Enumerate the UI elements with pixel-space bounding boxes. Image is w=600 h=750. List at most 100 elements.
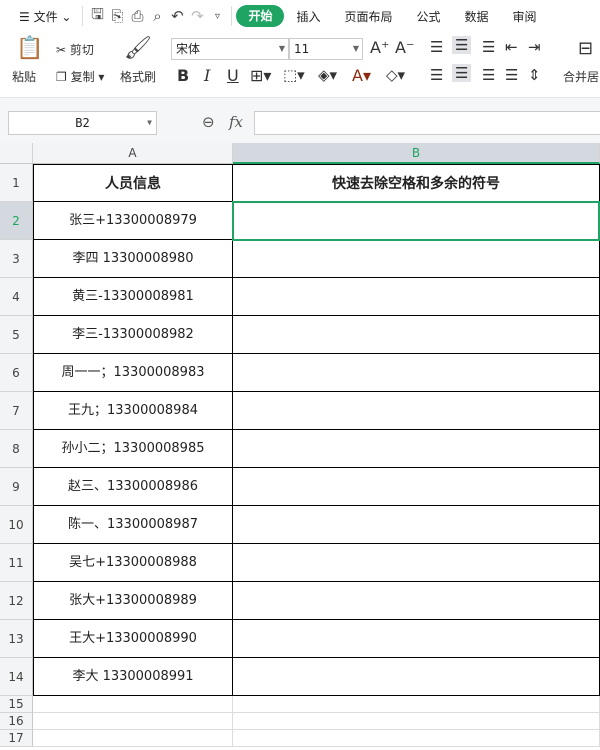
distributed-icon[interactable]: ⇕ — [528, 66, 541, 84]
cell-b[interactable] — [233, 544, 600, 582]
italic-icon[interactable]: I — [204, 66, 210, 85]
justify-icon[interactable]: ☰ — [505, 66, 518, 84]
cell-style-icon[interactable]: ⬚▾ — [283, 66, 305, 84]
bold-icon[interactable]: B — [177, 66, 189, 85]
cell-a[interactable] — [33, 713, 233, 730]
export-icon[interactable]: ⎘ — [107, 7, 127, 25]
formula-input[interactable] — [254, 111, 600, 135]
save-icon[interactable]: 🖫 — [87, 4, 107, 29]
font-color-icon[interactable]: A▾ — [352, 66, 371, 85]
cell-b[interactable] — [233, 316, 600, 354]
header-cell-b[interactable]: 快速去除空格和多余的符号 — [233, 164, 600, 202]
font-family-select[interactable]: 宋体 ▼ — [171, 38, 289, 60]
header-cell-a[interactable]: 人员信息 — [33, 164, 233, 202]
row-header[interactable]: 15 — [0, 696, 33, 713]
row-header[interactable]: 8 — [0, 430, 33, 468]
column-header-b[interactable]: B — [233, 143, 600, 164]
cell-a[interactable]: 黄三-13300008981 — [33, 278, 233, 316]
row-header[interactable]: 5 — [0, 316, 33, 354]
cell-a[interactable]: 王九；13300008984 — [33, 392, 233, 430]
file-menu[interactable]: ☰ 文件 ⌄ — [12, 8, 78, 25]
merge-icon[interactable]: ⊟ — [578, 38, 593, 59]
row-header[interactable]: 7 — [0, 392, 33, 430]
cell-b[interactable] — [233, 713, 600, 730]
cell-b[interactable] — [233, 730, 600, 747]
decrease-indent-icon[interactable]: ⇤ — [505, 38, 518, 56]
increase-indent-icon[interactable]: ⇥ — [528, 38, 541, 56]
fill-color-icon[interactable]: ◈▾ — [318, 66, 337, 84]
cell-a[interactable]: 王大+13300008990 — [33, 620, 233, 658]
font-size-select[interactable]: 11 ▼ — [289, 38, 363, 60]
align-center-icon[interactable]: ☰ — [452, 64, 472, 82]
cell-b[interactable] — [233, 506, 600, 544]
cell-b[interactable] — [233, 354, 600, 392]
cell-a[interactable]: 张大+13300008989 — [33, 582, 233, 620]
merge-center-button[interactable]: 合并居 — [563, 68, 599, 85]
row-header[interactable]: 13 — [0, 620, 33, 658]
cell-a[interactable]: 孙小二；13300008985 — [33, 430, 233, 468]
row-header[interactable]: 12 — [0, 582, 33, 620]
cell-a[interactable] — [33, 696, 233, 713]
align-top-icon[interactable]: ☰ — [430, 38, 443, 56]
format-painter-button[interactable]: 格式刷 — [120, 68, 156, 85]
print-preview-icon[interactable]: ⌕ — [147, 7, 167, 25]
align-right-icon[interactable]: ☰ — [482, 66, 495, 84]
borders-icon[interactable]: ⊞▾ — [250, 66, 271, 85]
cell-b[interactable] — [233, 468, 600, 506]
row-header[interactable]: 14 — [0, 658, 33, 696]
row-header[interactable]: 6 — [0, 354, 33, 392]
brush-icon[interactable]: 🖌 — [124, 36, 152, 61]
clear-format-icon[interactable]: ◇▾ — [386, 66, 405, 84]
paste-icon[interactable]: 📋 — [16, 36, 43, 61]
align-left-icon[interactable]: ☰ — [430, 66, 443, 84]
more-icon[interactable]: ▿ — [207, 11, 227, 22]
column-header-a[interactable]: A — [33, 143, 233, 164]
cell-b[interactable] — [233, 278, 600, 316]
undo-icon[interactable]: ↶ — [167, 7, 187, 25]
zoom-formula-icon[interactable]: ⊖ — [202, 113, 215, 131]
name-box[interactable]: B2 ▼ — [8, 111, 157, 135]
row-header[interactable]: 10 — [0, 506, 33, 544]
tab-formulas[interactable]: 公式 — [405, 8, 453, 25]
cell-a[interactable] — [33, 730, 233, 747]
cell-a[interactable]: 陈一、13300008987 — [33, 506, 233, 544]
align-bottom-icon[interactable]: ☰ — [482, 38, 495, 56]
cell-a[interactable]: 李三-13300008982 — [33, 316, 233, 354]
cell-b[interactable] — [233, 392, 600, 430]
cell-b[interactable] — [233, 658, 600, 696]
underline-icon[interactable]: U — [227, 66, 239, 85]
row-header[interactable]: 4 — [0, 278, 33, 316]
align-middle-icon[interactable]: ☰ — [452, 36, 472, 54]
select-all-corner[interactable] — [0, 143, 33, 164]
tab-page-layout[interactable]: 页面布局 — [333, 8, 405, 25]
cell-b[interactable] — [233, 696, 600, 713]
row-header[interactable]: 16 — [0, 713, 33, 730]
print-icon[interactable]: ⎙ — [127, 7, 147, 25]
cell-b[interactable] — [233, 240, 600, 278]
tab-insert[interactable]: 插入 — [284, 8, 332, 25]
tab-data[interactable]: 数据 — [453, 8, 501, 25]
cell-b[interactable] — [233, 582, 600, 620]
copy-button[interactable]: ❐ 复制 ▾ — [56, 68, 104, 85]
tab-review[interactable]: 审阅 — [501, 8, 549, 25]
cell-b[interactable] — [233, 430, 600, 468]
selected-cell-b2[interactable] — [232, 201, 600, 241]
cell-a[interactable]: 李四 13300008980 — [33, 240, 233, 278]
cell-a[interactable]: 李大 13300008991 — [33, 658, 233, 696]
row-header[interactable]: 2 — [0, 202, 33, 240]
decrease-font-icon[interactable]: A⁻ — [395, 38, 414, 57]
row-header[interactable]: 17 — [0, 730, 33, 747]
cell-a[interactable]: 周一一；13300008983 — [33, 354, 233, 392]
redo-icon[interactable]: ↷ — [187, 7, 207, 25]
row-header[interactable]: 9 — [0, 468, 33, 506]
tab-home[interactable]: 开始 — [236, 5, 285, 27]
cell-a[interactable]: 吴七+13300008988 — [33, 544, 233, 582]
fx-icon[interactable]: fx — [229, 113, 243, 131]
cell-b[interactable] — [233, 620, 600, 658]
row-header[interactable]: 3 — [0, 240, 33, 278]
row-header[interactable]: 1 — [0, 164, 33, 202]
cut-button[interactable]: ✂ 剪切 — [56, 41, 94, 58]
cell-a[interactable]: 张三+13300008979 — [33, 202, 233, 240]
row-header[interactable]: 11 — [0, 544, 33, 582]
increase-font-icon[interactable]: A⁺ — [370, 38, 389, 57]
